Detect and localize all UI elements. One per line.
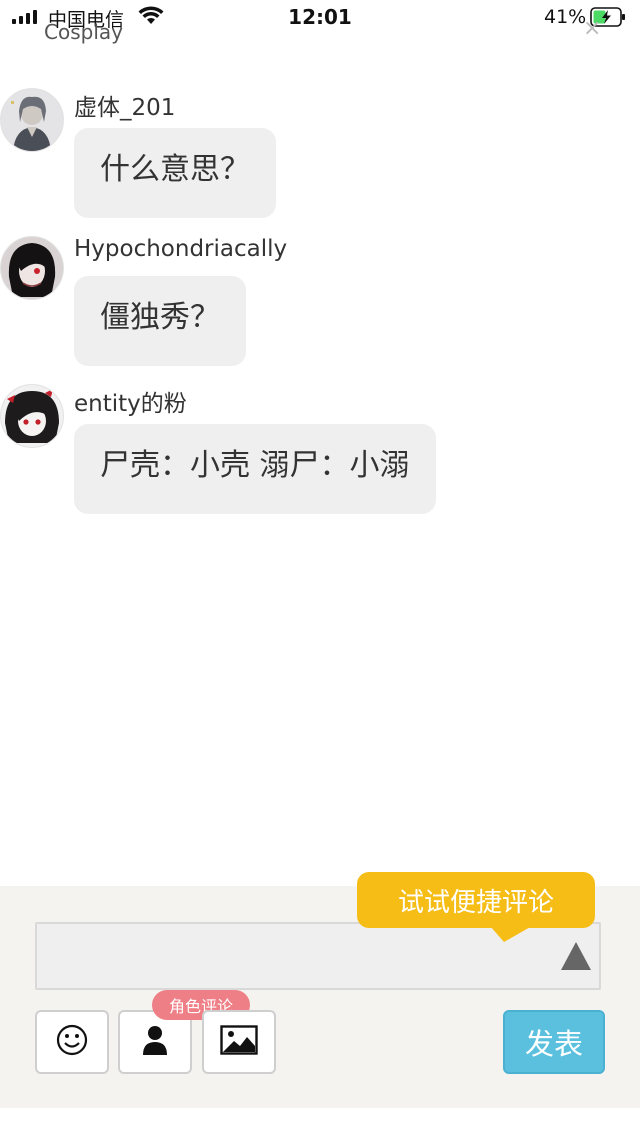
avatar[interactable] <box>0 88 64 152</box>
send-button[interactable]: 发表 <box>503 1010 605 1074</box>
image-icon <box>220 1025 258 1059</box>
triangle-up-icon[interactable] <box>561 942 591 970</box>
tip-pointer <box>490 926 532 942</box>
comment-bubble: 什么意思？ <box>74 128 276 218</box>
comment-username[interactable]: Hypochondriacally <box>74 236 287 262</box>
avatar[interactable] <box>0 236 64 300</box>
image-button[interactable] <box>202 1010 276 1074</box>
page-title: Cosplay <box>44 20 123 44</box>
avatar[interactable] <box>0 384 64 448</box>
person-icon <box>141 1025 169 1059</box>
comment-username[interactable]: 虚体_201 <box>74 88 175 122</box>
comment-bubble: 僵独秀？ <box>74 276 246 366</box>
comment-username[interactable]: entity的粉 <box>74 384 187 418</box>
battery-percentage: 41% <box>544 6 587 28</box>
quick-comment-tip[interactable]: 试试便捷评论 <box>357 872 595 928</box>
comment-composer: 试试便捷评论 角色评论 发表 <box>0 872 640 1108</box>
comment-bubble: 尸壳：小壳 溺尸：小溺 <box>74 424 436 514</box>
smiley-icon <box>56 1024 88 1060</box>
emoji-button[interactable] <box>35 1010 109 1074</box>
close-icon[interactable]: × <box>583 16 601 41</box>
